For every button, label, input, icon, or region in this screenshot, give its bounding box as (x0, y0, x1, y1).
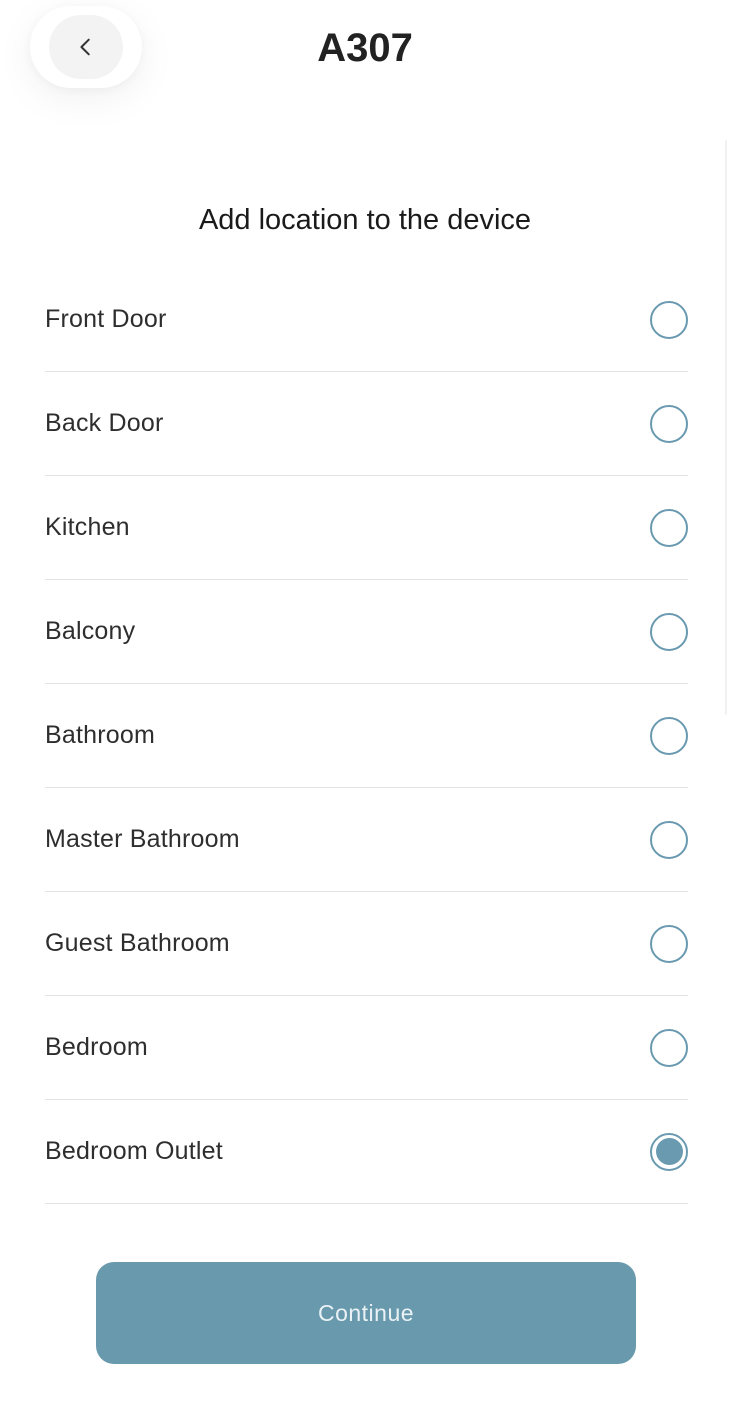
location-label: Back Door (45, 409, 164, 437)
radio-guest-bathroom[interactable] (650, 924, 688, 963)
location-label: Bedroom (45, 1033, 148, 1061)
location-item-balcony[interactable]: Balcony (45, 580, 688, 684)
location-label: Bedroom Outlet (45, 1137, 223, 1165)
location-item-kitchen[interactable]: Kitchen (45, 476, 688, 580)
radio-bathroom[interactable] (650, 716, 688, 755)
header: A307 (0, 0, 730, 100)
radio-kitchen[interactable] (650, 508, 688, 547)
location-label: Guest Bathroom (45, 929, 230, 957)
location-label: Balcony (45, 617, 136, 645)
page-title: A307 (317, 26, 413, 70)
location-label: Kitchen (45, 513, 130, 541)
location-item-guest-bathroom[interactable]: Guest Bathroom (45, 892, 688, 996)
location-item-front-door[interactable]: Front Door (45, 268, 688, 372)
section-title: Add location to the device (198, 204, 532, 236)
continue-button[interactable]: Continue (96, 1262, 636, 1364)
location-label: Bathroom (45, 721, 155, 749)
radio-bedroom[interactable] (650, 1028, 688, 1067)
location-item-bedroom-outlet[interactable]: Bedroom Outlet (45, 1100, 688, 1204)
location-item-back-door[interactable]: Back Door (45, 372, 688, 476)
location-item-master-bathroom[interactable]: Master Bathroom (45, 788, 688, 892)
radio-back-door[interactable] (650, 404, 688, 443)
radio-front-door[interactable] (650, 300, 688, 339)
radio-balcony[interactable] (650, 612, 688, 651)
location-label: Master Bathroom (45, 825, 240, 853)
location-item-bedroom[interactable]: Bedroom (45, 996, 688, 1100)
location-list: Front Door Back Door Kitchen Balcony Bat… (45, 268, 688, 1204)
radio-dot (655, 1138, 683, 1165)
radio-master-bathroom[interactable] (650, 820, 688, 859)
location-item-bathroom[interactable]: Bathroom (45, 684, 688, 788)
radio-bedroom-outlet[interactable] (650, 1132, 688, 1171)
location-picker-screen: A307 Add location to the device Front Do… (0, 0, 730, 1402)
location-label: Front Door (45, 305, 167, 333)
